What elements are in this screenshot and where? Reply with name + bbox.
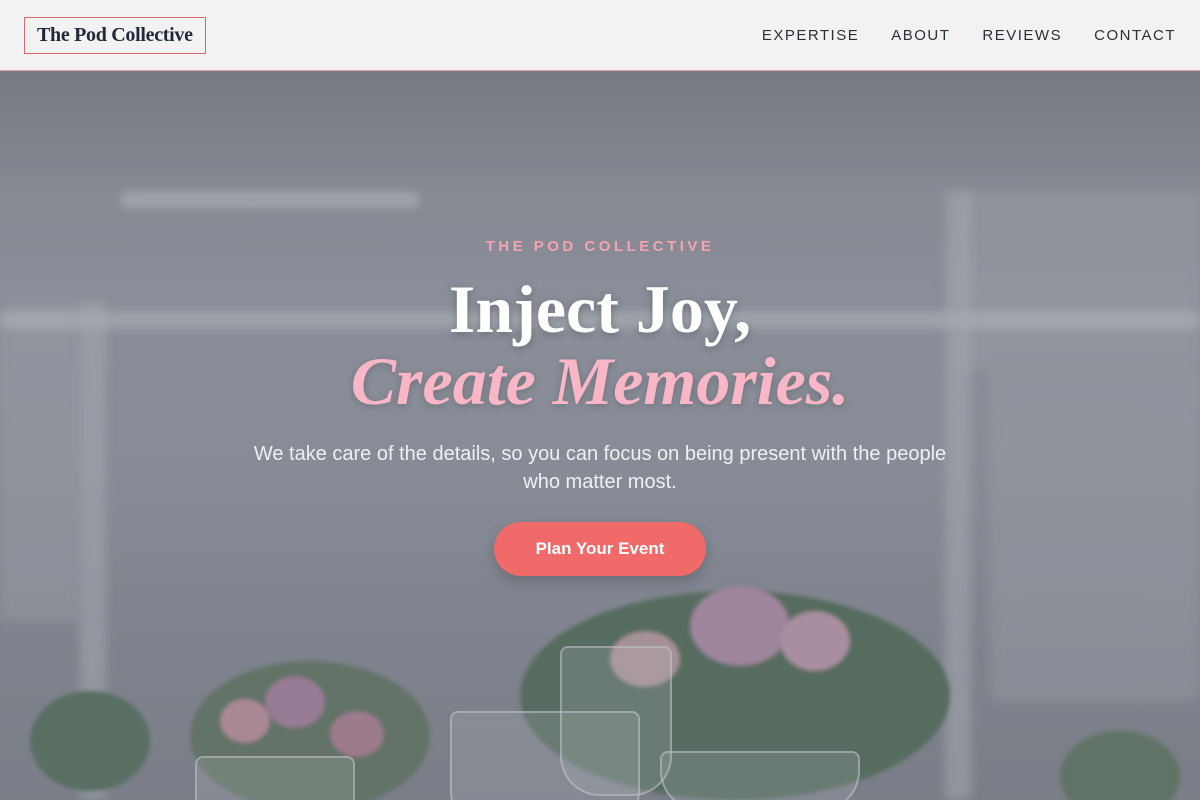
nav-about[interactable]: ABOUT	[891, 27, 950, 44]
nav-expertise[interactable]: EXPERTISE	[762, 27, 859, 44]
nav-reviews[interactable]: REVIEWS	[982, 27, 1062, 44]
nav-contact[interactable]: CONTACT	[1094, 27, 1176, 44]
plan-event-button[interactable]: Plan Your Event	[494, 522, 706, 576]
main-nav: EXPERTISE ABOUT REVIEWS CONTACT	[730, 27, 1176, 44]
site-header: The Pod Collective EXPERTISE ABOUT REVIE…	[0, 0, 1200, 71]
hero-headline-line2: Create Memories.	[350, 343, 850, 419]
site-logo[interactable]: The Pod Collective	[24, 16, 206, 54]
hero-subtext: We take care of the details, so you can …	[253, 443, 947, 493]
hero-overlay	[0, 71, 1200, 800]
hero-headline-line1: Inject Joy,	[448, 271, 752, 347]
hero-section: THE POD COLLECTIVE Inject Joy, Create Me…	[0, 71, 1200, 800]
hero-eyebrow: THE POD COLLECTIVE	[485, 238, 715, 255]
